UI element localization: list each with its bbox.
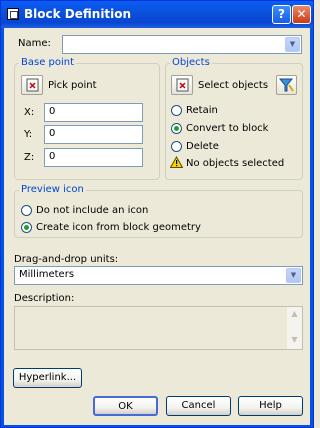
window-title: Block Definition <box>24 7 132 21</box>
retain-radio[interactable] <box>171 105 182 116</box>
retain-label: Retain <box>186 105 218 116</box>
x-input[interactable]: 0 <box>44 103 143 122</box>
y-input[interactable]: 0 <box>44 125 143 144</box>
y-label: Y: <box>24 129 33 140</box>
no-icon-radio[interactable] <box>21 205 32 216</box>
create-icon-radio[interactable] <box>21 222 32 233</box>
x-label: X: <box>24 107 35 118</box>
name-label: Name: <box>18 38 51 49</box>
convert-to-block-radio[interactable] <box>171 123 182 134</box>
select-objects-icon <box>176 78 189 92</box>
units-combobox[interactable]: Millimeters ▼ <box>14 266 303 285</box>
scroll-up-icon[interactable]: ▲ <box>287 307 302 321</box>
warning-icon <box>170 156 183 168</box>
quick-select-button[interactable] <box>276 75 297 95</box>
description-textarea[interactable]: ▲ ▼ <box>14 306 303 350</box>
pick-point-button[interactable] <box>21 75 43 95</box>
quick-select-icon <box>278 78 294 92</box>
close-button[interactable]: ✕ <box>292 5 311 24</box>
scroll-down-icon[interactable]: ▼ <box>287 333 302 347</box>
help-button[interactable]: Help <box>238 396 303 416</box>
z-label: Z: <box>24 152 35 163</box>
chevron-down-icon[interactable]: ▼ <box>286 268 301 283</box>
dialog-body: Name: ▼ Base point Pick point X: 0 Y: 0 … <box>4 28 310 425</box>
convert-to-block-label: Convert to block <box>186 123 269 134</box>
block-definition-dialog: Block Definition ? ✕ Name: ▼ Base point … <box>0 0 314 428</box>
objects-title: Objects <box>170 57 212 68</box>
pick-point-icon <box>26 78 39 92</box>
selection-status: No objects selected <box>186 158 285 169</box>
create-icon-label: Create icon from block geometry <box>36 222 201 233</box>
chevron-down-icon[interactable]: ▼ <box>285 37 300 52</box>
pick-point-label: Pick point <box>48 80 97 91</box>
title-bar[interactable]: Block Definition ? ✕ <box>1 1 313 28</box>
base-point-title: Base point <box>19 57 77 68</box>
units-label: Drag-and-drop units: <box>14 254 119 265</box>
name-label-text: Name: <box>18 38 51 49</box>
ok-button[interactable]: OK <box>93 396 158 416</box>
z-input[interactable]: 0 <box>44 148 143 167</box>
cancel-button[interactable]: Cancel <box>166 396 231 416</box>
title-help-button[interactable]: ? <box>272 5 291 24</box>
select-objects-button[interactable] <box>171 75 193 95</box>
hyperlink-button[interactable]: Hyperlink... <box>13 368 82 388</box>
select-objects-label: Select objects <box>198 80 269 91</box>
description-label: Description: <box>14 293 75 304</box>
no-icon-label: Do not include an icon <box>36 205 149 216</box>
description-scrollbar[interactable]: ▲ ▼ <box>286 307 302 349</box>
delete-radio[interactable] <box>171 141 182 152</box>
app-icon <box>7 8 19 20</box>
delete-label: Delete <box>186 141 219 152</box>
units-value: Millimeters <box>19 269 75 280</box>
name-combobox[interactable]: ▼ <box>62 35 302 54</box>
preview-icon-title: Preview icon <box>19 184 86 195</box>
